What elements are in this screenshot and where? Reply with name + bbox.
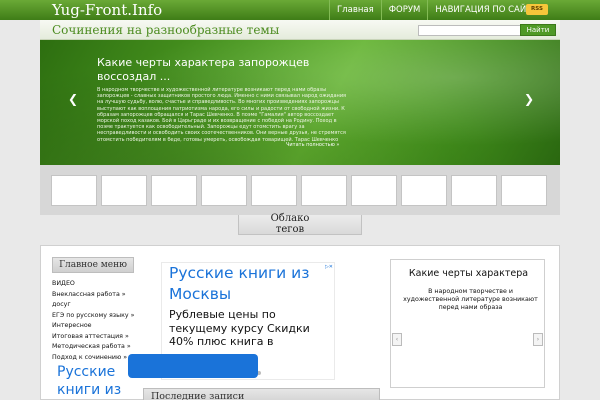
slider-thumbnail[interactable] <box>251 175 297 206</box>
content-area: Главное меню ВИДЕО Внеклассная работа » … <box>40 245 560 400</box>
menu-item-leisure[interactable]: досуг <box>52 300 142 311</box>
slide-title[interactable]: Какие черты характера запорожцев воссозд… <box>97 56 357 84</box>
side-next-icon[interactable]: › <box>533 333 543 346</box>
side-post-excerpt: В народном творчестве и художественной л… <box>403 288 538 311</box>
slider-prev-icon[interactable]: ❮ <box>68 92 78 106</box>
site-subtitle: Сочинения на разнообразные темы <box>52 23 280 37</box>
slider-thumbnail[interactable] <box>151 175 197 206</box>
tag-cloud-label: Облако тегов <box>270 213 310 235</box>
slider-thumbnail[interactable] <box>501 175 547 206</box>
menu-item-methodical[interactable]: Методическая работа » <box>52 342 142 353</box>
featured-slider: ❮ Какие черты характера запорожцев воссо… <box>40 40 560 165</box>
menu-item-final-attestation[interactable]: Итоговая аттестация » <box>52 332 142 343</box>
nav-home-link[interactable]: Главная <box>330 0 381 20</box>
menu-item-interesting[interactable]: Интересное <box>52 321 142 332</box>
slider-thumbnail[interactable] <box>101 175 147 206</box>
top-bar: Yug-Front.Info Главная ФОРУМ НАВИГАЦИЯ П… <box>0 0 600 20</box>
advertisement-secondary[interactable]: Русские книги из <box>57 363 131 400</box>
slider-thumbnail[interactable] <box>301 175 347 206</box>
ad-title[interactable]: Русские книги из Москвы <box>169 263 334 305</box>
slider-thumbnails <box>40 165 560 215</box>
slider-thumbnail[interactable] <box>351 175 397 206</box>
ad-open-button[interactable] <box>128 354 258 378</box>
main-menu-heading: Главное меню <box>52 257 134 273</box>
ad-secondary-title[interactable]: Русские книги из <box>57 363 131 399</box>
slider-thumbnail[interactable] <box>201 175 247 206</box>
search-button[interactable]: Найти <box>520 24 556 36</box>
site-logo[interactable]: Yug-Front.Info <box>52 0 162 20</box>
tag-cloud-tab[interactable]: Облако тегов <box>238 213 362 235</box>
menu-item-video[interactable]: ВИДЕО <box>52 279 142 290</box>
top-navigation: Главная ФОРУМ НАВИГАЦИЯ ПО САЙТУ <box>329 0 544 20</box>
rss-icon[interactable]: RSS <box>526 4 548 15</box>
slider-thumbnail[interactable] <box>51 175 97 206</box>
sub-header: Сочинения на разнообразные темы Найти <box>40 20 560 40</box>
read-more-link[interactable]: Читать полностью » <box>286 142 339 148</box>
menu-item-extracurricular[interactable]: Внеклассная работа » <box>52 290 142 301</box>
recent-posts-heading: Последние записи <box>143 388 380 400</box>
menu-item-ege[interactable]: ЕГЭ по русскому языку » <box>52 311 142 322</box>
main-menu-list: ВИДЕО Внеклассная работа » досуг ЕГЭ по … <box>52 279 142 363</box>
slider-thumbnail[interactable] <box>451 175 497 206</box>
ad-text: Рублевые цены по текущему курсу Скидки 4… <box>169 308 310 348</box>
side-post-widget: Какие черты характера В народном творчес… <box>390 259 545 388</box>
side-post-title[interactable]: Какие черты характера <box>391 268 546 279</box>
side-prev-icon[interactable]: ‹ <box>392 333 402 346</box>
nav-forum-link[interactable]: ФОРУМ <box>382 0 428 20</box>
slider-next-icon[interactable]: ❯ <box>524 92 534 106</box>
slider-thumbnail[interactable] <box>401 175 447 206</box>
